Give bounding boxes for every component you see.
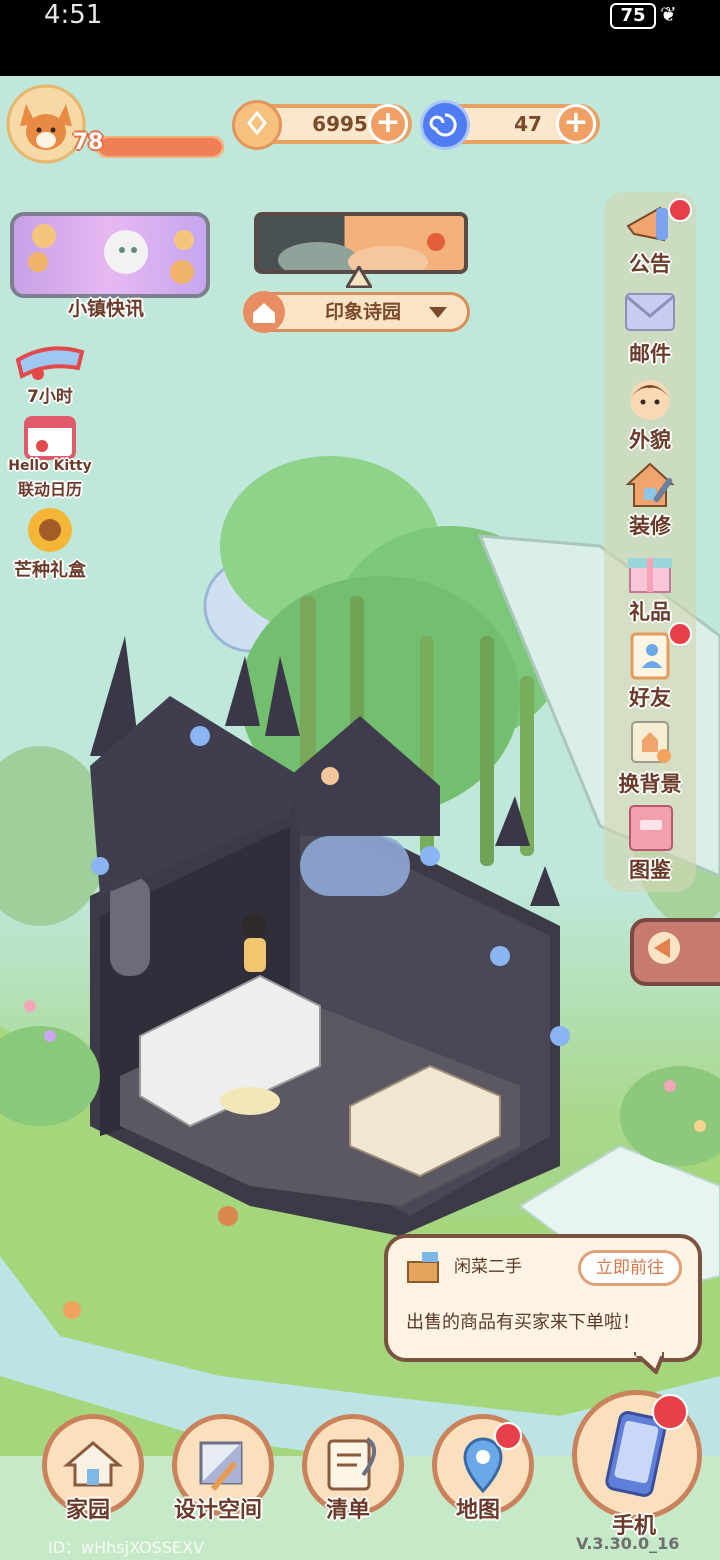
event-goggles[interactable]: 7小时 xyxy=(8,332,92,408)
level-bar xyxy=(96,136,224,158)
collapse-menu-button[interactable] xyxy=(630,918,720,986)
version-label: V.3.30.0_16 xyxy=(576,1534,680,1553)
event-goggles-label: 7小时 xyxy=(27,387,73,407)
news-banner[interactable] xyxy=(10,212,210,298)
menu-collection-label: 图鉴 xyxy=(629,858,671,882)
player-character xyxy=(241,913,267,972)
menu-mail[interactable]: 邮件 xyxy=(604,286,696,372)
goggles-icon xyxy=(15,346,85,380)
album-icon xyxy=(629,805,673,851)
menu-background-label: 换背景 xyxy=(618,772,682,796)
weather-pointer-icon xyxy=(346,266,372,288)
level-bar-fill xyxy=(98,138,222,156)
game-view: 78 6995 + 47 + 小镇快讯 印象诗园 7小时 Hello Kitty… xyxy=(0,76,720,1560)
menu-appearance-label: 外貌 xyxy=(629,428,671,452)
menu-decorate[interactable]: 装修 xyxy=(604,458,696,544)
event-sunflower-label: 芒种礼盒 xyxy=(14,560,86,581)
add-gems-button[interactable]: + xyxy=(556,104,596,144)
arrow-left-icon xyxy=(648,932,680,964)
add-coins-button[interactable]: + xyxy=(368,104,408,144)
menu-friends[interactable]: 好友 xyxy=(604,622,696,716)
menu-decorate-label: 装修 xyxy=(629,514,671,538)
picture-swap-icon xyxy=(631,721,671,763)
cloud-sun-icon xyxy=(278,233,445,270)
side-menu: 公告 邮件 外貌 装修 礼品 好友 换背景 图鉴 xyxy=(604,192,696,892)
house-location-icon xyxy=(243,291,285,333)
friends-badge xyxy=(668,622,692,646)
go-now-button[interactable]: 立即前往 xyxy=(578,1250,682,1286)
chevron-down-icon xyxy=(429,307,447,318)
house-wrench-icon xyxy=(625,462,675,507)
announcement-badge xyxy=(668,198,692,222)
market-notification[interactable]: 闲菜二手 立即前往 出售的商品有买家来下单啦！ xyxy=(384,1234,702,1362)
map-badge xyxy=(494,1422,522,1450)
gem-counter[interactable]: 47 + xyxy=(420,100,600,150)
leaf-icon: ❦ xyxy=(660,2,677,26)
menu-collection[interactable]: 图鉴 xyxy=(604,802,696,888)
weather-panel[interactable] xyxy=(254,212,468,274)
phone-badge xyxy=(652,1394,688,1430)
notification-title: 闲菜二手 xyxy=(454,1257,522,1277)
location-selector[interactable]: 印象诗园 xyxy=(243,291,470,333)
nav-list-label: 清单 xyxy=(325,1498,370,1523)
menu-appearance[interactable]: 外貌 xyxy=(604,372,696,458)
nav-design-label: 设计空间 xyxy=(173,1498,262,1523)
nav-home-label: 家园 xyxy=(65,1498,110,1523)
battery-icon: 75 xyxy=(610,3,656,29)
coin-counter[interactable]: 6995 + xyxy=(232,100,412,150)
menu-announcement[interactable]: 公告 xyxy=(604,196,696,282)
status-bar: 4:51 75 ❦ xyxy=(0,0,720,76)
gift-box-icon xyxy=(628,558,672,593)
news-art-icon xyxy=(28,224,194,284)
menu-friends-label: 好友 xyxy=(629,686,671,710)
event-calendar-label: 联动日历 xyxy=(17,480,82,499)
menu-gifts[interactable]: 礼品 xyxy=(604,544,696,630)
event-sunflower[interactable]: 芒种礼盒 xyxy=(4,504,96,581)
swirl-gem-icon xyxy=(420,100,470,150)
news-label[interactable]: 小镇快讯 xyxy=(40,294,172,321)
location-name: 印象诗园 xyxy=(324,301,401,323)
envelope-icon xyxy=(625,293,675,331)
avatar-face-icon xyxy=(630,380,670,420)
menu-background[interactable]: 换背景 xyxy=(604,716,696,802)
menu-announcement-label: 公告 xyxy=(629,252,671,276)
event-calendar-brand: Hello Kitty xyxy=(8,458,92,474)
box-tag-icon xyxy=(407,1252,439,1283)
sunflower-icon xyxy=(28,508,72,552)
calendar-icon xyxy=(24,416,76,460)
player-id: ID：wHhsjXOSSEXV xyxy=(48,1538,204,1557)
player-level: 78 xyxy=(72,130,104,155)
nav-map-label: 地图 xyxy=(455,1498,500,1523)
status-time: 4:51 xyxy=(44,0,103,30)
menu-mail-label: 邮件 xyxy=(629,342,671,366)
bubble-tail-icon xyxy=(634,1352,664,1374)
notification-message: 出售的商品有买家来下单啦！ xyxy=(406,1312,640,1333)
coin-icon xyxy=(232,100,282,150)
event-calendar[interactable]: Hello Kitty 联动日历 xyxy=(4,412,96,499)
